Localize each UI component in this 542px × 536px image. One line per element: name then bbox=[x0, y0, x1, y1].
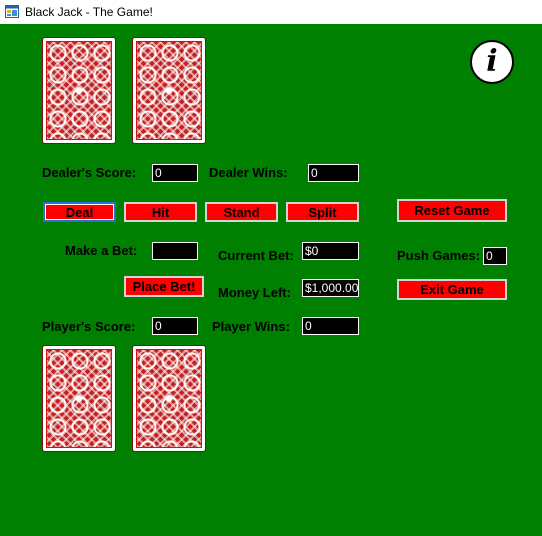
money-left-field: $1,000.00 bbox=[302, 279, 359, 297]
place-bet-button[interactable]: Place Bet! bbox=[124, 276, 204, 297]
title-bar: Black Jack - The Game! bbox=[0, 0, 542, 24]
player-card-2 bbox=[132, 345, 206, 452]
push-games-field: 0 bbox=[483, 247, 507, 265]
player-wins-field: 0 bbox=[302, 317, 359, 335]
exit-game-button[interactable]: Exit Game bbox=[397, 279, 507, 300]
player-score-label: Player's Score: bbox=[42, 319, 136, 334]
card-back-pattern bbox=[46, 349, 112, 448]
split-button[interactable]: Split bbox=[286, 202, 359, 222]
push-games-label: Push Games: bbox=[397, 248, 481, 263]
card-back-pattern bbox=[136, 349, 202, 448]
hit-button[interactable]: Hit bbox=[124, 202, 197, 222]
current-bet-field: $0 bbox=[302, 242, 359, 260]
dealer-score-label: Dealer's Score: bbox=[42, 165, 137, 180]
info-icon[interactable]: i bbox=[470, 40, 514, 84]
dealer-card-2 bbox=[132, 37, 206, 144]
make-bet-label: Make a Bet: bbox=[65, 243, 138, 258]
reset-game-button[interactable]: Reset Game bbox=[397, 199, 507, 222]
money-left-label: Money Left: bbox=[218, 285, 291, 300]
stand-button[interactable]: Stand bbox=[205, 202, 278, 222]
card-back-pattern bbox=[136, 41, 202, 140]
window-title: Black Jack - The Game! bbox=[25, 5, 153, 19]
bet-input[interactable] bbox=[152, 242, 198, 260]
player-card-1 bbox=[42, 345, 116, 452]
current-bet-label: Current Bet: bbox=[218, 248, 294, 263]
app-window-icon bbox=[5, 5, 19, 18]
deal-button[interactable]: Deal bbox=[43, 202, 116, 222]
card-back-pattern bbox=[46, 41, 112, 140]
dealer-score-field: 0 bbox=[152, 164, 198, 182]
player-wins-label: Player Wins: bbox=[212, 319, 290, 334]
player-score-field: 0 bbox=[152, 317, 198, 335]
dealer-card-1 bbox=[42, 37, 116, 144]
dealer-wins-field: 0 bbox=[308, 164, 359, 182]
dealer-wins-label: Dealer Wins: bbox=[209, 165, 288, 180]
